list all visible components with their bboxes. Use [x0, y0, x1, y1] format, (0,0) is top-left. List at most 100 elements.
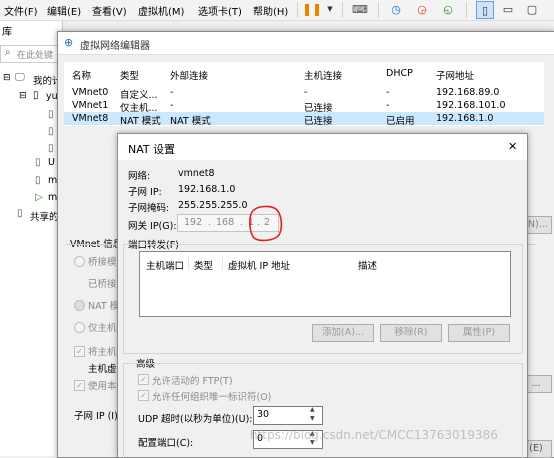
vm-icon: ▯ [35, 157, 41, 168]
checkbox-use-local[interactable]: ✓ [74, 380, 85, 391]
port-forward-table: 主机端口 类型 虚拟机 IP 地址 描述 [139, 251, 511, 317]
pause-icon[interactable]: ❚❚ [302, 1, 322, 17]
library-view-icon[interactable]: ▯ [476, 1, 494, 19]
red-highlight-annotation [249, 205, 283, 242]
library-panel: 库 ⌕ 在此处键 ⊟ 🖵 我的计 ⊟ ▯ yu ▯ ▯ ▯ ▯ U ▯ m ▷ … [0, 21, 64, 456]
collapse-icon[interactable]: ⊟ [19, 91, 27, 101]
spin-down-icon[interactable]: ▼ [310, 415, 315, 422]
allow-ftp-label: 允许活动的 FTP(T) [152, 376, 233, 387]
connect-host-label: 将主机 [88, 347, 117, 358]
col-host[interactable]: 主机连接 [304, 68, 342, 82]
tree-item-yu[interactable]: yu [46, 91, 58, 102]
table-row[interactable]: VMnet1 仅主机... - 已连接 - 192.168.101.0 [64, 99, 544, 114]
library-search[interactable]: ⌕ 在此处键 [0, 45, 64, 63]
nat-settings-dialog: NAT 设置 ✕ 网络: vmnet8 子网 IP: 192.168.1.0 子… [117, 133, 528, 458]
nat-title: NAT 设置 [128, 143, 176, 156]
col-dhcp[interactable]: DHCP [386, 68, 413, 79]
pf-col-vm-ip[interactable]: 虚拟机 IP 地址 [228, 258, 290, 272]
vne-titlebar: ⊕ 虚拟网络编辑器 [58, 32, 554, 55]
host-virtual-label: 主机虚 [88, 364, 117, 375]
menu-file[interactable]: 文件(F) [4, 3, 38, 18]
nat-titlebar: NAT 设置 ✕ [118, 134, 527, 160]
allow-uuid-label: 允许任何组织唯一标识符(O) [152, 392, 272, 403]
tree-item-u[interactable]: U [48, 157, 55, 168]
cell-external: - [170, 100, 174, 111]
network-globe-icon: ⊕ [64, 36, 74, 49]
add-button[interactable]: 添加(A)... [312, 324, 374, 342]
pf-col-desc[interactable]: 描述 [358, 258, 377, 272]
console-view-icon[interactable]: ▭ [500, 1, 516, 17]
gateway-octet-2[interactable]: 168 [216, 217, 234, 228]
cell-name: VMnet1 [72, 100, 109, 111]
table-row[interactable]: VMnet0 自定义... - - - 192.168.89.0 [64, 86, 544, 101]
udp-timeout-value[interactable]: 30 [257, 409, 269, 420]
search-input[interactable]: 在此处键 [17, 48, 53, 61]
menu-edit[interactable]: 编辑(E) [47, 3, 81, 18]
cell-subnet: 192.168.1.0 [436, 113, 494, 124]
revert-snapshot-icon[interactable]: ◶ [414, 1, 430, 17]
spin-up-icon[interactable]: ▲ [310, 406, 315, 413]
send-keys-icon[interactable]: ⌨ [352, 1, 368, 17]
cell-dhcp: 已启用 [386, 116, 415, 127]
cell-dhcp: - [386, 87, 390, 98]
vm-running-icon: ▷ [35, 192, 43, 203]
vne-title: 虚拟网络编辑器 [80, 41, 150, 52]
pf-col-host-port[interactable]: 主机端口 [146, 258, 184, 272]
snapshot-manager-icon[interactable]: ◵ [440, 1, 456, 17]
close-icon[interactable]: ✕ [508, 140, 517, 153]
network-value: vmnet8 [178, 168, 215, 179]
search-icon: ⌕ [5, 47, 11, 58]
network-label: 网络: [128, 171, 151, 182]
dropdown-icon[interactable]: ▼ [322, 1, 338, 17]
cell-name: VMnet8 [72, 113, 109, 124]
watermark: https://blog.csdn.net/CMCC13763019386 [250, 428, 498, 442]
properties-button[interactable]: 属性(P) [448, 324, 510, 342]
vm-icon: ▯ [35, 175, 41, 186]
radio-nat[interactable] [74, 300, 85, 311]
cell-host: - [304, 87, 308, 98]
pf-col-type[interactable]: 类型 [194, 258, 213, 272]
checkbox-allow-ftp[interactable]: ✓ [138, 374, 149, 385]
checkbox-allow-uuid[interactable]: ✓ [138, 390, 149, 401]
vm-icon: ▯ [48, 126, 54, 137]
cell-name: VMnet0 [72, 87, 109, 98]
cell-host: 已连接 [304, 116, 333, 127]
subnet-ip-label: 子网 IP (I): [74, 411, 121, 422]
mask-value: 255.255.255.0 [178, 200, 248, 211]
gateway-label: 网关 IP(G): [128, 221, 177, 232]
checkbox-connect-host[interactable]: ✓ [74, 346, 85, 357]
menu-tabs[interactable]: 选项卡(T) [198, 3, 242, 18]
menu-help[interactable]: 帮助(H) [253, 3, 288, 18]
col-type[interactable]: 类型 [120, 68, 139, 82]
library-header: 库 [2, 27, 12, 38]
subnet-ip-label: 子网 IP: [128, 187, 162, 198]
radio-host-only[interactable] [74, 322, 85, 333]
config-port-label: 配置端口(C): [138, 438, 194, 449]
col-name[interactable]: 名称 [72, 68, 91, 82]
col-external[interactable]: 外部连接 [170, 68, 208, 82]
vnet-table: 名称 类型 外部连接 主机连接 DHCP 子网地址 VMnet0 自定义... … [64, 62, 544, 127]
menu-vm[interactable]: 虚拟机(M) [138, 3, 184, 18]
radio-bridge[interactable] [74, 256, 85, 267]
bridge-sub-label: 已桥接 [88, 279, 117, 290]
table-row-selected[interactable]: VMnet8 NAT 模式 NAT 模式 已连接 已启用 192.168.1.0 [64, 112, 544, 127]
col-subnet[interactable]: 子网地址 [436, 68, 474, 82]
subnet-ip-value: 192.168.1.0 [178, 184, 236, 195]
folder-icon: ▯ [33, 90, 39, 101]
bridge-label: 桥接模 [88, 257, 117, 268]
gateway-octet-1[interactable]: 192 [184, 217, 202, 228]
tree-item-m1[interactable]: m [48, 175, 57, 186]
remove-button[interactable]: 移除(R) [380, 324, 442, 342]
tree-item-shared[interactable]: 共享的 [30, 209, 59, 223]
cell-external: NAT 模式 [170, 116, 211, 127]
collapse-icon[interactable]: ⊟ [3, 73, 11, 83]
snapshot-icon[interactable]: ◷ [388, 1, 404, 17]
menu-view[interactable]: 查看(V) [92, 3, 127, 18]
udp-timeout-stepper[interactable]: 30 ▲ ▼ [253, 406, 323, 425]
vm-icon: ▯ [48, 143, 54, 154]
tree-item-m2[interactable]: m [48, 192, 57, 203]
shared-icon: ▯ [17, 208, 23, 219]
fullscreen-icon[interactable]: ▢ [524, 1, 540, 17]
menubar: 文件(F) 编辑(E) 查看(V) 虚拟机(M) 选项卡(T) 帮助(H) ❚❚… [0, 0, 554, 21]
cell-dhcp: - [386, 100, 390, 111]
